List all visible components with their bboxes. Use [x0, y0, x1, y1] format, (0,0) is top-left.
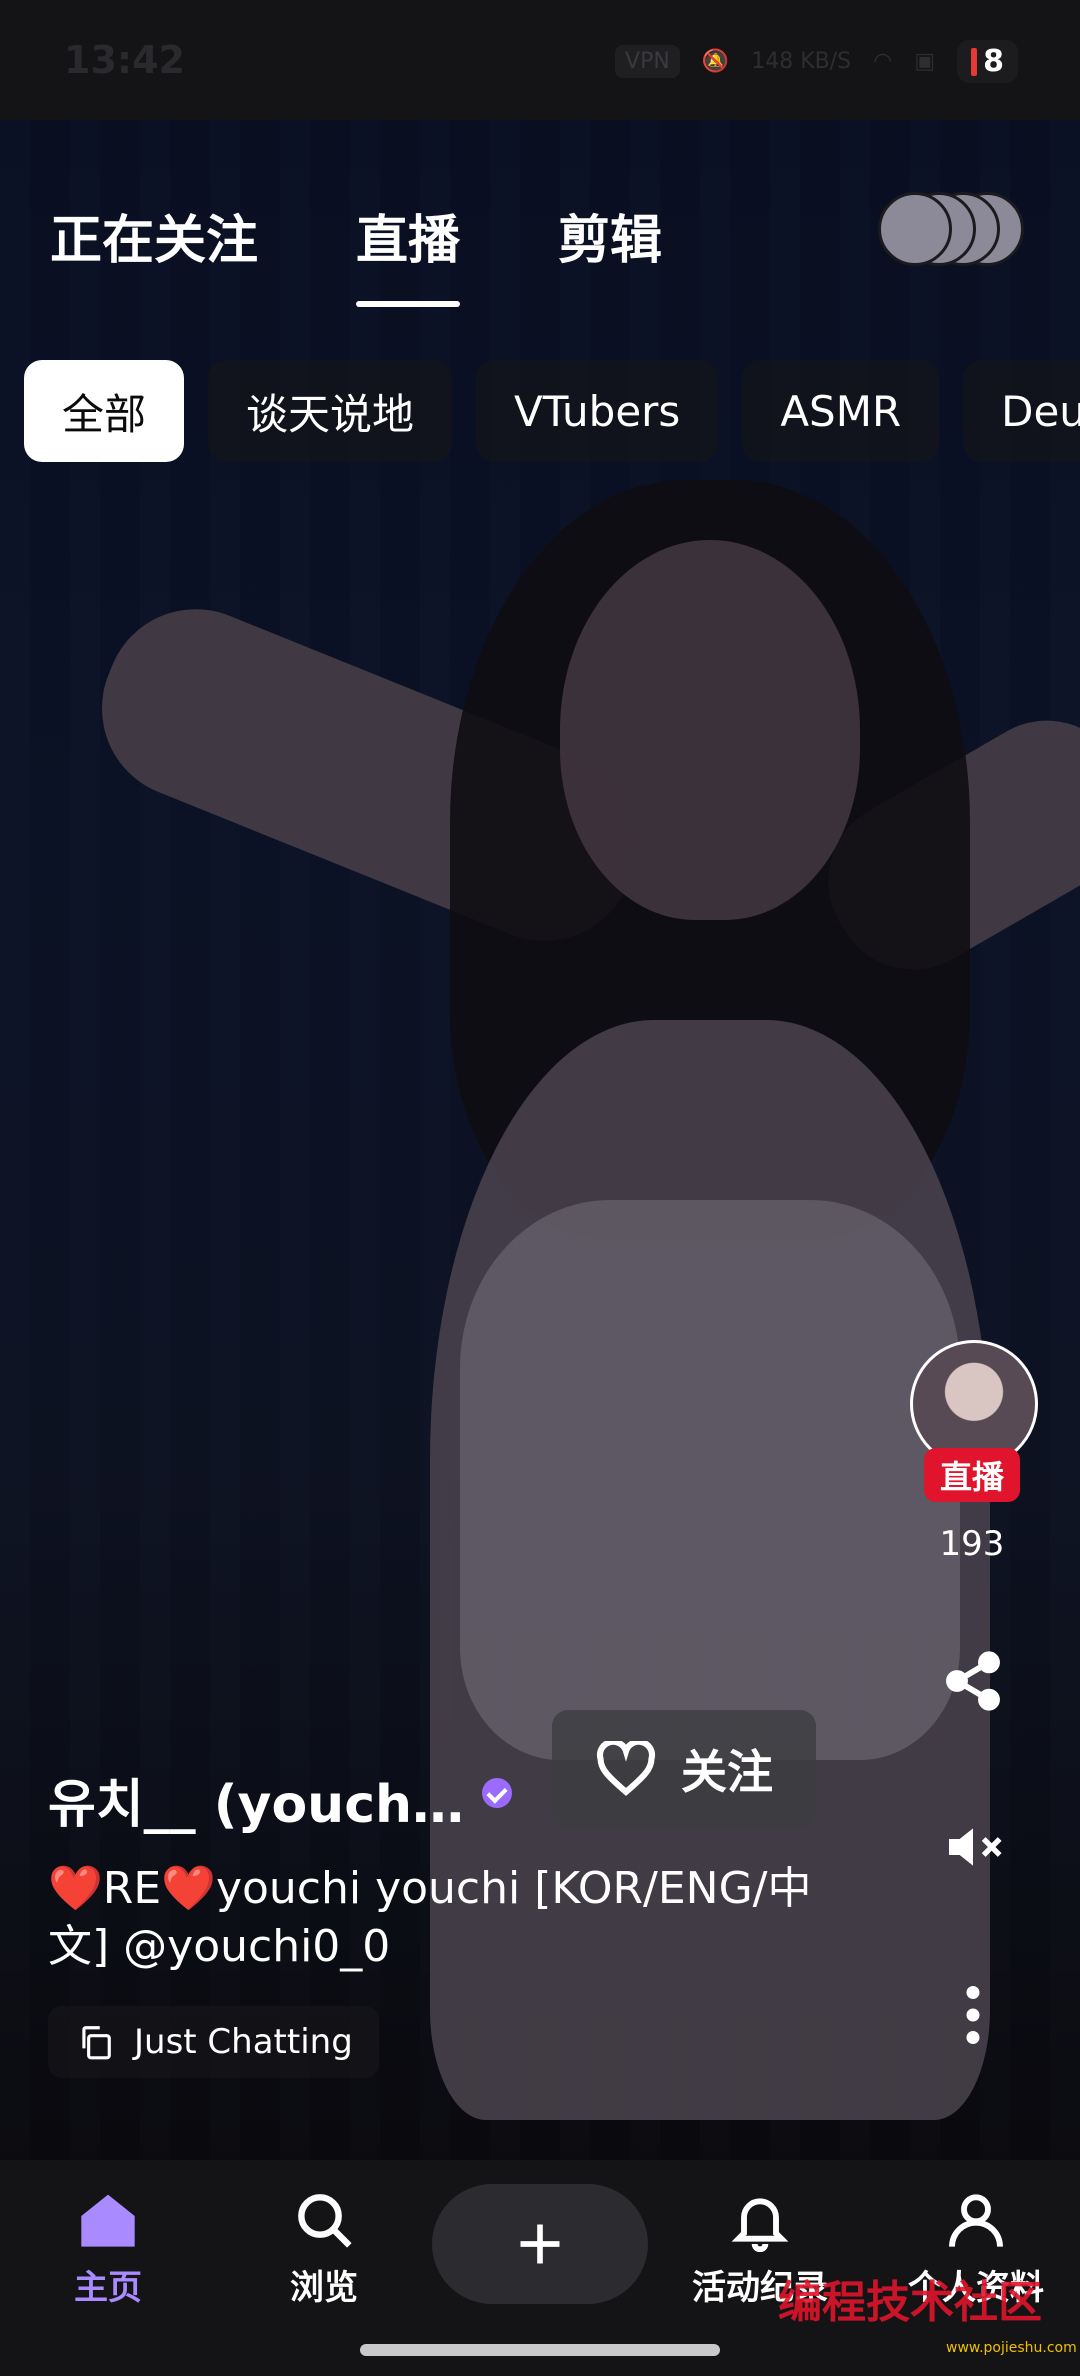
share-icon[interactable]	[938, 1646, 1008, 1716]
live-badge: 直播	[924, 1448, 1020, 1502]
top-tabs: 正在关注 直播 剪辑	[50, 198, 760, 307]
copy-icon	[82, 2026, 111, 2060]
follow-label: 关注	[681, 1745, 773, 1799]
home-indicator[interactable]	[360, 2344, 720, 2356]
channel-name[interactable]: 유치__ (youchi...	[48, 1762, 468, 1837]
chip-asmr[interactable]: ASMR	[742, 360, 940, 462]
chip-vtubers[interactable]: VTubers	[476, 360, 719, 462]
status-icons: VPN 🔕 148 KB/S ◠ ▣ 8	[615, 40, 1018, 83]
tab-clips[interactable]: 剪辑	[558, 198, 662, 273]
category-tag[interactable]: Just Chatting	[48, 2006, 379, 2078]
tab-live[interactable]: 直播	[356, 198, 461, 307]
watermark-url: www.pojieshu.com	[946, 2340, 1077, 2356]
verified-icon	[482, 1778, 512, 1808]
more-icon[interactable]	[938, 1980, 1008, 2050]
category-chips: 全部 谈天说地 VTubers ASMR Deu	[24, 360, 1080, 462]
create-button[interactable]	[432, 2184, 648, 2304]
nav-home-label: 主页	[74, 2268, 142, 2308]
avatar	[878, 192, 952, 266]
battery-indicator: 8	[957, 40, 1018, 83]
followed-avatars-stack[interactable]	[878, 188, 1028, 268]
plus-icon	[520, 2224, 560, 2264]
tab-following[interactable]: 正在关注	[50, 198, 258, 273]
mute-icon[interactable]	[938, 1812, 1008, 1882]
home-icon	[81, 2194, 135, 2247]
category-label: Just Chatting	[134, 2022, 353, 2062]
wifi-icon: ◠	[873, 49, 893, 74]
bell-icon	[731, 2198, 789, 2252]
watermark-text: 编程技术社区	[778, 2277, 1042, 2328]
follow-button[interactable]: 关注	[552, 1710, 816, 1828]
nav-browse-label: 浏览	[290, 2268, 358, 2308]
chip-all[interactable]: 全部	[24, 360, 185, 462]
stream-title[interactable]: ❤️RE❤️youchi youchi [KOR/ENG/中文] @youchi…	[48, 1860, 838, 1976]
status-bar: 13:42 VPN 🔕 148 KB/S ◠ ▣ 8	[0, 0, 1080, 120]
status-time: 13:42	[64, 38, 185, 82]
viewer-count: 193	[939, 1524, 1005, 1564]
search-icon	[298, 2194, 352, 2248]
net-speed: 148 KB/S	[751, 49, 852, 74]
nav-home[interactable]: 主页	[64, 2188, 152, 2309]
profile-icon	[949, 2194, 1003, 2247]
nav-browse[interactable]: 浏览	[274, 2188, 374, 2309]
heart-icon	[596, 1741, 656, 1796]
mute-status-icon: 🔕	[701, 49, 730, 74]
sim-icon: ▣	[914, 49, 936, 74]
vpn-indicator: VPN	[615, 45, 680, 78]
chip-deu[interactable]: Deu	[963, 360, 1080, 462]
chip-chatting[interactable]: 谈天说地	[208, 360, 453, 462]
